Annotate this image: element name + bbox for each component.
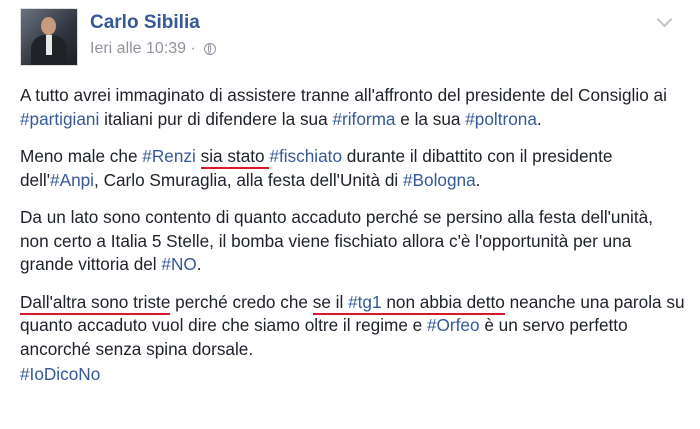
text: . [536,108,542,129]
post-header: Carlo Sibilia Ieri alle 10:39 · [20,8,216,68]
avatar-head [41,17,56,35]
underlined-se-il-tg1: se il #tg1 non abbia detto [312,291,505,315]
underlined-sia-stato: sia stato [200,146,270,169]
underlined-dall-altra: Dall'altra sono triste [20,291,171,315]
dot-separator: · [186,40,196,57]
hashtag-partigiani[interactable]: #partigiani [20,109,99,129]
text: Da un lato sono contento di quanto accad… [20,207,653,274]
paragraph-1: A tutto avrei immaginato di assistere tr… [20,84,686,131]
avatar-shirt [46,35,52,55]
hashtag-renzi[interactable]: #Renzi [142,146,196,166]
hashtag-anpi[interactable]: #Anpi [50,170,94,190]
text: . [196,254,202,274]
post-meta: Carlo Sibilia Ieri alle 10:39 · [90,8,216,68]
hashtag-iodicono[interactable]: #IoDicoNo [20,363,686,387]
hashtag-no[interactable]: #NO [161,254,196,274]
text: A tutto avrei immaginato di assistere tr… [20,85,667,105]
timestamp-row: Ieri alle 10:39 · [90,40,216,58]
hashtag-poltrona[interactable]: #poltrona [465,109,537,129]
hashtag-riforma[interactable]: #riforma [332,109,395,129]
paragraph-2: Meno male che #Renzi sia stato #fischiat… [20,145,686,192]
text: e la sua [395,108,466,129]
hashtag-fischiato[interactable]: #fischiato [269,146,342,166]
text: se il [312,291,349,312]
paragraph-4: Dall'altra sono triste perché credo che … [20,291,686,362]
text: sia stato [200,146,265,166]
hashtag-bologna[interactable]: #Bologna [403,170,476,190]
text: , Carlo Smuraglia, alla festa dell'Unità… [94,169,403,190]
hashtag-tg1[interactable]: #tg1 [348,292,381,312]
text: Meno male che [20,146,143,166]
chevron-down-icon[interactable] [656,11,673,28]
text: italiani pur di difendere la sua [99,108,333,129]
text: . [475,169,481,190]
post-content: A tutto avrei immaginato di assistere tr… [20,84,686,387]
globe-icon[interactable] [203,43,216,55]
facebook-post: Carlo Sibilia Ieri alle 10:39 · A tutto … [0,0,700,429]
text: non abbia detto [381,291,505,312]
timestamp[interactable]: Ieri alle 10:39 [90,40,186,58]
paragraph-3: Da un lato sono contento di quanto accad… [20,206,686,277]
avatar[interactable] [20,8,78,66]
hashtag-orfeo[interactable]: #Orfeo [427,315,480,335]
text: perché credo che [170,291,313,312]
author-name[interactable]: Carlo Sibilia [90,12,216,34]
